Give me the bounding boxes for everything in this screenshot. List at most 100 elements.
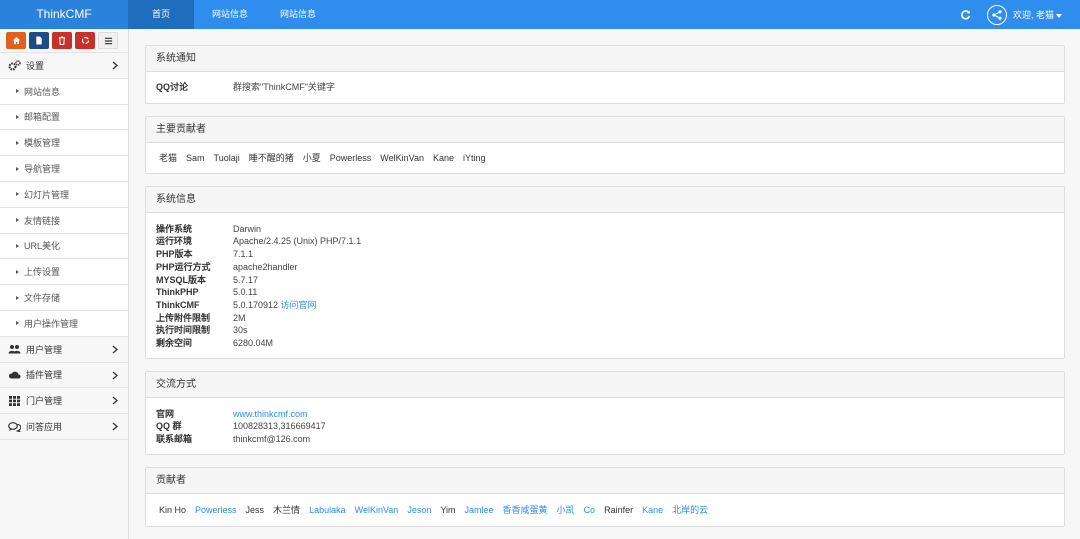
info-row: ThinkPHP 5.0.11 — [156, 286, 1054, 299]
info-value: thinkcmf@126.com — [233, 433, 310, 446]
sidebar-item-plugins[interactable]: 插件管理 — [0, 362, 128, 389]
info-row: 操作系统 Darwin — [156, 223, 1054, 236]
sidebar-item-users[interactable]: 用户管理 — [0, 336, 128, 363]
contributor-link[interactable]: 香香咸蛋黄 — [503, 502, 548, 518]
caret-right-icon — [16, 321, 19, 326]
info-value: 2M — [233, 312, 246, 325]
info-value: 5.7.17 — [233, 274, 258, 287]
caret-right-icon — [16, 140, 19, 145]
contributor-link[interactable]: 北岸的云 — [672, 502, 708, 518]
contributor-link[interactable]: Kane — [642, 502, 663, 518]
sidebar-item-label: 文件存储 — [24, 293, 61, 304]
qq-discussion-value: 群搜索"ThinkCMF"关键字 — [233, 82, 335, 92]
notice-panel: 系统通知 QQ讨论 群搜索"ThinkCMF"关键字 — [145, 45, 1065, 104]
info-label: QQ 群 — [156, 421, 182, 432]
sidebar-item-label: 问答应用 — [26, 422, 63, 433]
contributor-link[interactable]: Labulaka — [309, 502, 346, 518]
contributor-link[interactable]: 小凯 — [557, 502, 575, 518]
file-shortcut-button[interactable] — [29, 32, 49, 49]
info-link[interactable]: www.thinkcmf.com — [233, 409, 308, 419]
contributor-link[interactable]: Jamlee — [465, 502, 494, 518]
info-row: PHP版本 7.1.1 — [156, 248, 1054, 261]
tab-site-info-2[interactable]: 网站信息 — [264, 0, 332, 29]
contributor-link[interactable]: Powerless — [195, 502, 237, 518]
shortcut-bar — [0, 29, 128, 53]
info-value: 100828313,316669417 — [233, 420, 326, 433]
info-value: apache2handler — [233, 261, 298, 274]
panel-title: 贡献者 — [146, 467, 1064, 494]
info-value-text: Apache/2.4.25 (Unix) PHP/7.1.1 — [233, 236, 362, 247]
contributors-panel: 贡献者 Kin Ho Powerless Jess 木兰情 Labulaka WelKin… — [145, 466, 1065, 527]
sidebar-item-user-actions[interactable]: 用户操作管理 — [0, 310, 128, 337]
major-contributors-panel: 主要贡献者 老猫 Sam Tuolaji 睡不醒的猪 小夏 Powerless WelKin… — [145, 115, 1065, 174]
info-row: QQ 群 100828313,316669417 — [156, 420, 1054, 433]
major-contributors-list: 老猫 Sam Tuolaji 睡不醒的猪 小夏 Powerless WelKinVan Kan… — [156, 150, 1054, 166]
sidebar-item-links[interactable]: 友情链接 — [0, 207, 128, 234]
info-label: 官网 — [156, 408, 175, 419]
sidebar-item-label: URL美化 — [24, 241, 61, 252]
tab-home[interactable]: 首页 — [128, 0, 195, 29]
info-row: 运行环境 Apache/2.4.25 (Unix) PHP/7.1.1 — [156, 235, 1054, 248]
info-row: 执行时间限制 30s — [156, 324, 1054, 337]
contributor-link[interactable]: Jeson — [407, 502, 431, 518]
info-value: 5.0.170912 访问官网 — [233, 299, 317, 312]
chevron-right-icon — [112, 371, 118, 380]
info-value: 5.0.11 — [233, 286, 257, 299]
caret-right-icon — [16, 166, 19, 171]
info-link[interactable]: 访问官网 — [281, 300, 317, 310]
contributor-name: 老猫 — [159, 152, 178, 163]
contributor-name: iYting — [463, 152, 486, 163]
caret-right-icon — [16, 218, 19, 223]
sidebar-item-upload[interactable]: 上传设置 — [0, 259, 128, 286]
contributor-name: WelKinVan — [380, 152, 424, 163]
info-label: 运行环境 — [156, 236, 193, 247]
sidebar-item-label: 友情链接 — [24, 215, 61, 226]
contributor-name: Rainfer — [604, 504, 634, 515]
home-shortcut-button[interactable] — [6, 32, 26, 49]
sidebar-item-label: 导航管理 — [24, 164, 61, 175]
info-value: 7.1.1 — [233, 248, 253, 261]
sidebar-item-portal[interactable]: 门户管理 — [0, 388, 128, 415]
sidebar-item-label: 模板管理 — [24, 138, 61, 149]
info-value: 6280.04M — [233, 337, 273, 350]
trash-shortcut-button[interactable] — [52, 32, 72, 49]
sidebar-item-slides[interactable]: 幻灯片管理 — [0, 181, 128, 208]
panel-title: 系统通知 — [146, 46, 1064, 72]
info-label: ThinkCMF — [156, 299, 200, 310]
info-value-text: 100828313,316669417 — [233, 421, 326, 432]
info-value: 30s — [233, 324, 248, 337]
panel-title: 交流方式 — [146, 371, 1064, 398]
recycle-shortcut-button[interactable] — [75, 32, 95, 49]
caret-right-icon — [16, 89, 19, 94]
contributor-link[interactable]: Co — [584, 502, 596, 518]
info-label: 操作系统 — [156, 223, 193, 234]
sidebar-item-label: 幻灯片管理 — [24, 189, 70, 200]
brand-logo[interactable]: ThinkCMF — [0, 0, 128, 29]
info-value-text: 5.0.11 — [233, 287, 258, 298]
contributor-link[interactable]: WelKinVan — [355, 502, 399, 518]
sidebar: 设置 网站信息 邮箱配置 模板管理 导航管理 幻灯片管理 友情链接 URL美化 … — [0, 29, 129, 539]
sidebar-item-site-info[interactable]: 网站信息 — [0, 78, 128, 105]
caret-down-icon — [1056, 13, 1062, 18]
sidebar-item-storage[interactable]: 文件存储 — [0, 285, 128, 311]
sidebar-item-settings[interactable]: 设置 — [0, 53, 128, 79]
gears-icon — [8, 60, 21, 71]
sidebar-item-templates[interactable]: 模板管理 — [0, 130, 128, 157]
sidebar-item-qa[interactable]: 问答应用 — [0, 414, 128, 440]
info-label: 剩余空间 — [156, 338, 193, 349]
list-shortcut-button[interactable] — [98, 32, 118, 49]
refresh-icon[interactable] — [959, 8, 973, 22]
grid-icon — [8, 395, 21, 406]
sidebar-item-navigation[interactable]: 导航管理 — [0, 156, 128, 182]
contributor-name: 木兰情 — [273, 504, 301, 515]
avatar[interactable] — [986, 4, 1007, 25]
contributor-name: Powerless — [329, 152, 372, 163]
tab-site-info-1[interactable]: 网站信息 — [194, 0, 264, 29]
sidebar-item-url[interactable]: URL美化 — [0, 233, 128, 260]
sidebar-item-label: 网站信息 — [24, 86, 61, 97]
user-menu[interactable]: 欢迎, 老猫 — [1013, 8, 1062, 21]
sidebar-item-mail[interactable]: 邮箱配置 — [0, 104, 128, 131]
caret-right-icon — [16, 192, 19, 197]
info-row: ThinkCMF 5.0.170912 访问官网 — [156, 299, 1054, 312]
sidebar-item-label: 上传设置 — [24, 267, 61, 278]
